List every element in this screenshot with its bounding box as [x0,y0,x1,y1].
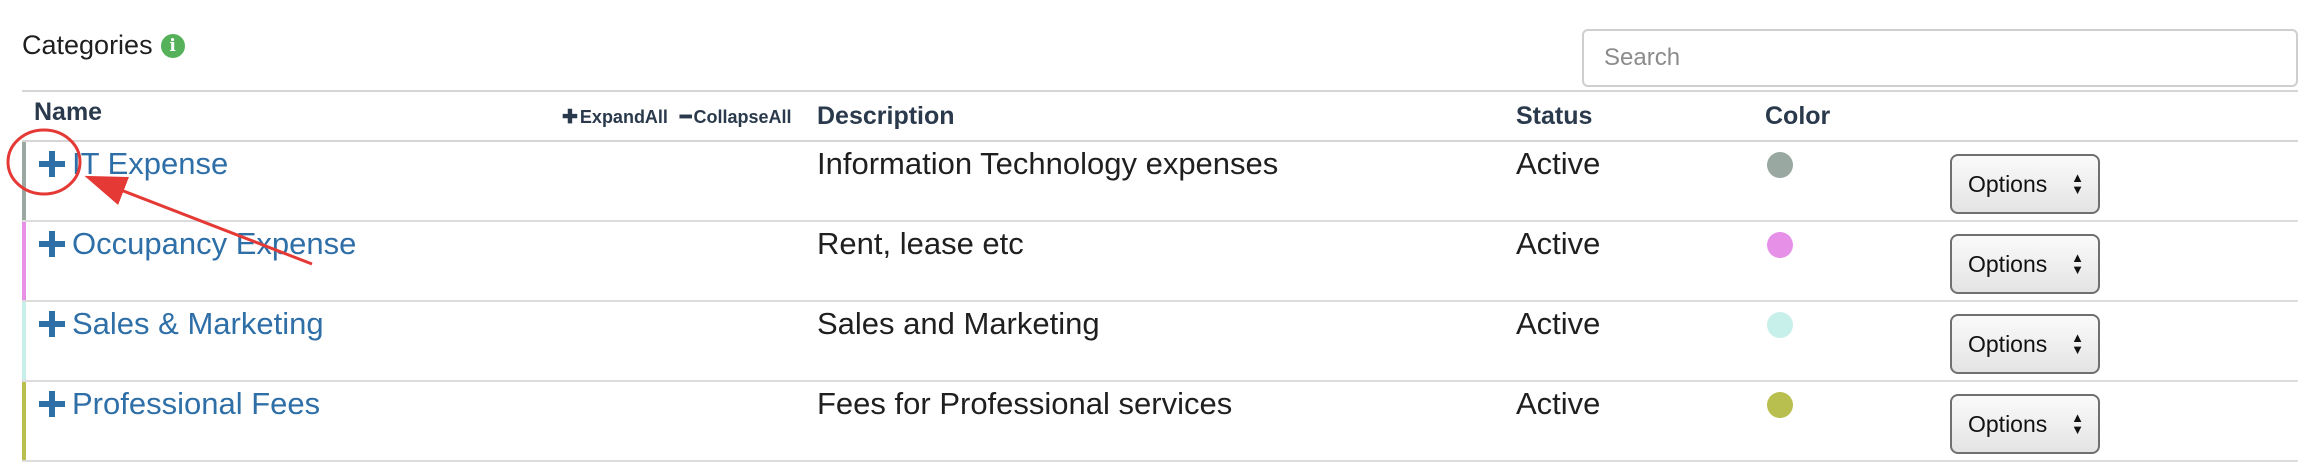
column-header-description: Description [817,102,955,130]
color-swatch [1767,152,1793,178]
table-row: Occupancy Expense Rent, lease etc Active… [22,222,2298,302]
table-row: Sales & Marketing Sales and Marketing Ac… [22,302,2298,382]
options-button[interactable]: Options ▲ ▼ [1950,314,2100,374]
category-description: Rent, lease etc [817,226,1024,261]
search-input[interactable] [1582,29,2298,87]
row-color-bar [22,142,26,220]
category-name-link[interactable]: Sales & Marketing [72,306,324,342]
page-header: Categories i [22,30,185,61]
category-description: Information Technology expenses [817,146,1279,181]
minus-icon: ━ [680,107,692,128]
collapse-all-label: CollapseAll [693,107,792,127]
row-color-bar [22,302,26,380]
select-arrows-icon: ▲ ▼ [2071,250,2084,277]
column-header-status: Status [1516,102,1593,130]
category-name-link[interactable]: IT Expense [72,146,228,182]
info-icon[interactable]: i [160,33,185,58]
expand-all-button[interactable]: ✚ ExpandAll [562,106,668,129]
expand-row-icon[interactable] [38,230,66,258]
category-status: Active [1516,146,1601,181]
color-swatch [1767,232,1793,258]
select-arrows-icon: ▲ ▼ [2071,410,2084,437]
color-swatch [1767,312,1793,338]
row-color-bar [22,382,26,460]
category-status: Active [1516,386,1601,421]
category-name-link[interactable]: Professional Fees [72,386,320,422]
category-status: Active [1516,306,1601,341]
expand-row-icon[interactable] [38,150,66,178]
options-button[interactable]: Options ▲ ▼ [1950,154,2100,214]
options-button[interactable]: Options ▲ ▼ [1950,394,2100,454]
page-title: Categories [22,30,153,60]
categories-table: Name ✚ ExpandAll ━ CollapseAll Description… [22,90,2298,462]
column-header-color: Color [1765,102,1831,130]
color-swatch [1767,392,1793,418]
expand-all-label: ExpandAll [579,107,668,127]
table-header: Name ✚ ExpandAll ━ CollapseAll Description… [22,90,2298,142]
select-arrows-icon: ▲ ▼ [2071,330,2084,357]
category-status: Active [1516,226,1601,261]
category-description: Sales and Marketing [817,306,1100,341]
options-button[interactable]: Options ▲ ▼ [1950,234,2100,294]
category-name-link[interactable]: Occupancy Expense [72,226,356,262]
options-label: Options [1968,170,2048,197]
collapse-all-button[interactable]: ━ CollapseAll [680,106,791,129]
table-row: IT Expense Information Technology expens… [22,142,2298,222]
options-label: Options [1968,250,2048,277]
column-header-name: Name [34,98,103,126]
category-description: Fees for Professional services [817,386,1233,421]
expand-row-icon[interactable] [38,390,66,418]
table-row: Professional Fees Fees for Professional … [22,382,2298,462]
expand-row-icon[interactable] [38,310,66,338]
plus-icon: ✚ [562,107,578,128]
select-arrows-icon: ▲ ▼ [2071,170,2084,197]
options-label: Options [1968,410,2048,437]
options-label: Options [1968,330,2048,357]
row-color-bar [22,222,26,300]
